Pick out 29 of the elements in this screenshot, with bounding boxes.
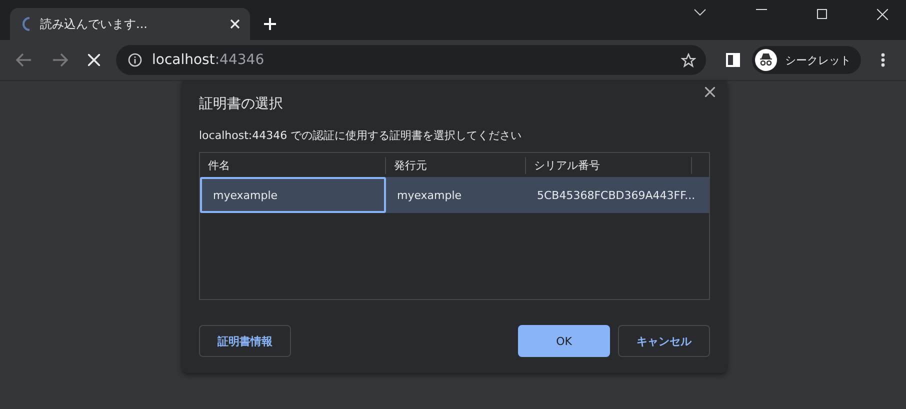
dialog-title: 証明書の選択 xyxy=(199,95,284,113)
tab-title: 読み込んでいます... xyxy=(40,16,148,32)
new-tab-icon[interactable] xyxy=(264,18,276,30)
info-icon xyxy=(128,53,142,67)
table-cell-text: 5CB45368FCBD369A443FF... xyxy=(536,188,692,204)
dialog-button[interactable]: 証明書情報 xyxy=(199,325,291,357)
back-icon[interactable] xyxy=(16,53,32,67)
chevron-down-icon[interactable] xyxy=(694,9,706,16)
stop-icon[interactable] xyxy=(88,54,100,66)
column-header[interactable]: 発行元 xyxy=(386,156,526,174)
forward-icon[interactable] xyxy=(52,53,68,67)
incognito-icon xyxy=(755,49,777,71)
incognito-chip[interactable]: シークレット xyxy=(752,46,861,74)
browser-tab[interactable]: 読み込んでいます... xyxy=(10,8,250,40)
side-panel-icon[interactable] xyxy=(726,53,740,67)
table-cell: myexample xyxy=(200,177,386,213)
close-icon[interactable] xyxy=(705,87,715,97)
menu-icon[interactable] xyxy=(881,53,885,67)
certificate-row[interactable]: myexample myexample 5CB45368FCBD369A443FF... xyxy=(200,177,709,213)
dialog-message: localhost:44346 での認証に使用する証明書を選択してください xyxy=(199,128,523,143)
column-header[interactable]: 件名 xyxy=(200,156,386,174)
column-header[interactable]: シリアル番号 xyxy=(526,156,692,174)
dialog-button[interactable]: OK xyxy=(518,325,610,357)
url-text: localhost:44346 xyxy=(152,52,264,68)
address-bar[interactable]: localhost:44346 xyxy=(116,45,706,75)
dialog-button[interactable]: キャンセル xyxy=(618,325,710,357)
maximize-icon[interactable] xyxy=(817,9,827,19)
table-cell-text: myexample xyxy=(396,188,463,204)
star-icon[interactable] xyxy=(681,52,696,68)
